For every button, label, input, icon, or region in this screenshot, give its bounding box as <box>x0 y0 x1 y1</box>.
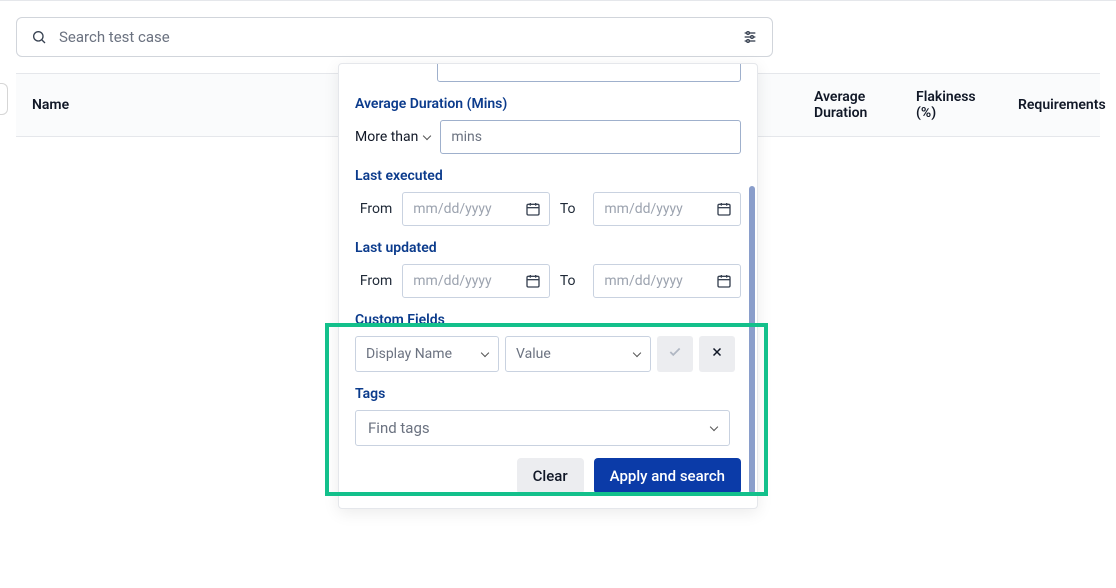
compare-label: More than <box>355 129 418 145</box>
tags-placeholder: Find tags <box>368 419 430 437</box>
chevron-down-icon <box>481 349 489 357</box>
chevron-down-icon <box>633 349 641 357</box>
chevron-down-icon <box>710 423 718 431</box>
search-icon <box>29 27 49 47</box>
select-placeholder: Display Name <box>366 346 452 362</box>
date-placeholder: mm/dd/yyyy <box>604 201 682 217</box>
date-placeholder: mm/dd/yyyy <box>413 273 491 289</box>
calendar-icon <box>525 201 541 221</box>
filter-icon[interactable] <box>740 27 760 47</box>
filter-custom-fields-label: Custom Fields <box>355 312 741 328</box>
last-executed-from-input[interactable]: mm/dd/yyyy <box>402 192 550 226</box>
search-bar[interactable] <box>16 17 773 57</box>
last-updated-from-input[interactable]: mm/dd/yyyy <box>402 264 550 298</box>
scrollbar-thumb[interactable] <box>749 186 755 494</box>
calendar-icon <box>716 273 732 293</box>
filter-tags-label: Tags <box>355 386 741 402</box>
to-label: To <box>560 201 584 217</box>
column-flakiness: Flakiness (%) <box>900 89 1002 121</box>
calendar-icon <box>525 273 541 293</box>
clear-button[interactable]: Clear <box>517 458 584 494</box>
remove-custom-field-button[interactable] <box>699 336 735 372</box>
date-placeholder: mm/dd/yyyy <box>413 201 491 217</box>
filter-panel: More than Average Duration (Mins) More t… <box>338 63 758 509</box>
chevron-down-icon <box>423 132 431 140</box>
last-updated-to-input[interactable]: mm/dd/yyyy <box>593 264 741 298</box>
partial-input-top[interactable] <box>437 64 741 82</box>
apply-and-search-button[interactable]: Apply and search <box>594 458 741 494</box>
filter-last-updated-label: Last updated <box>355 240 741 256</box>
check-icon <box>668 345 682 363</box>
from-label: From <box>355 273 392 289</box>
close-icon <box>711 346 723 362</box>
left-drawer-handle[interactable] <box>0 83 8 115</box>
to-label: To <box>560 273 584 289</box>
column-requirements: Requirements <box>1002 97 1094 113</box>
tags-select[interactable]: Find tags <box>355 410 730 446</box>
filter-avg-duration-label: Average Duration (Mins) <box>355 96 741 112</box>
select-placeholder: Value <box>516 346 551 362</box>
avg-duration-input[interactable] <box>440 120 741 154</box>
date-placeholder: mm/dd/yyyy <box>604 273 682 289</box>
filter-last-executed-label: Last executed <box>355 168 741 184</box>
search-input[interactable] <box>59 28 730 46</box>
custom-field-value-select[interactable]: Value <box>505 336 651 372</box>
custom-field-name-select[interactable]: Display Name <box>355 336 499 372</box>
column-avg-duration: Average Duration <box>798 89 900 121</box>
calendar-icon <box>716 201 732 221</box>
confirm-custom-field-button[interactable] <box>657 336 693 372</box>
from-label: From <box>355 201 392 217</box>
last-executed-to-input[interactable]: mm/dd/yyyy <box>593 192 741 226</box>
avg-duration-compare-select[interactable]: More than <box>355 129 430 145</box>
